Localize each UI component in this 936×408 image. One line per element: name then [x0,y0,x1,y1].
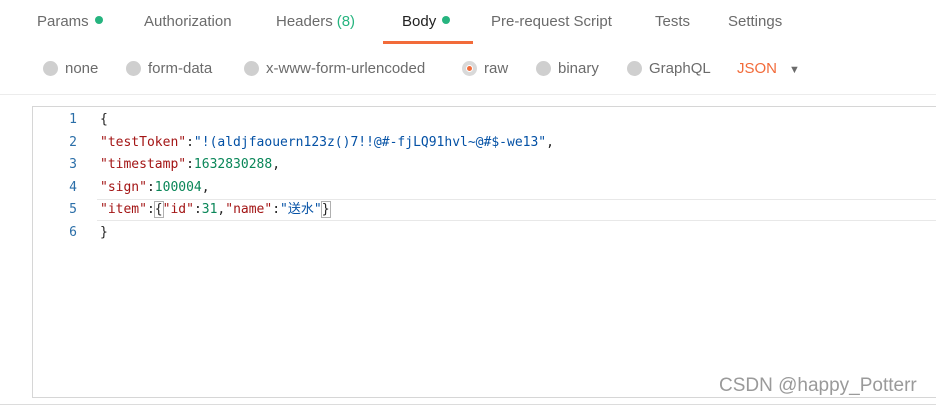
tab-tests-label: Tests [655,13,691,30]
body-type-none-label: none [65,60,99,77]
format-dropdown[interactable]: JSON [737,60,777,77]
json-key: "timestamp" [100,157,187,172]
radio-none[interactable] [43,61,58,76]
body-type-graphql[interactable]: GraphQL [627,60,711,77]
line-number: 4 [69,179,77,195]
matched-bracket: { [153,201,164,218]
code-line-6: } [100,222,108,245]
body-type-form-data-label: form-data [148,60,213,77]
radio-binary[interactable] [536,61,551,76]
code-line-5: "item":{"id":31,"name":"送水"} [100,201,331,218]
json-number: 1632830288 [193,157,273,172]
line-number: 1 [69,112,77,127]
body-type-urlencoded[interactable]: x-www-form-urlencoded [244,60,425,77]
tab-prerequest-label: Pre-request Script [491,13,612,30]
radio-form-data[interactable] [126,61,141,76]
line-number: 6 [69,224,77,240]
body-active-dot [442,16,451,24]
line-number: 2 [69,134,77,150]
line-number: 3 [69,157,77,172]
json-string: "!(aldjfaouern123z()7!!@#-fjLQ91hvl~@#$-… [193,134,547,150]
request-tabs: Params Authorization Headers (8) Body Pre… [0,0,936,46]
active-tab-indicator [383,41,473,44]
params-active-dot [94,16,103,24]
headers-count: (8) [336,13,356,30]
tab-authorization-label: Authorization [144,13,232,30]
tab-headers-label: Headers [276,13,333,30]
code-line-1: { [100,109,108,132]
tab-authorization[interactable]: Authorization [144,13,232,30]
matched-bracket: } [320,201,331,218]
body-type-binary-label: binary [558,60,599,77]
json-key: "item" [100,202,147,217]
json-number: 31 [201,202,218,217]
divider [0,94,936,95]
json-key: "testToken" [100,134,187,150]
watermark: CSDN @happy_Potterr [719,375,917,396]
tab-body[interactable]: Body [402,13,451,30]
body-type-raw[interactable]: raw [462,60,508,77]
chevron-down-icon[interactable]: ▼ [789,60,800,80]
tab-params-label: Params [37,13,89,30]
body-type-none[interactable]: none [43,60,98,77]
body-type-form-data[interactable]: form-data [126,60,212,77]
json-key: "sign" [100,179,147,195]
code-line-4: "sign":100004, [100,179,210,195]
close-brace: } [100,224,108,240]
radio-graphql[interactable] [627,61,642,76]
tab-settings[interactable]: Settings [728,13,782,30]
line-number: 5 [69,202,77,217]
body-type-binary[interactable]: binary [536,60,599,77]
open-brace: { [100,112,108,127]
body-type-urlencoded-label: x-www-form-urlencoded [266,60,426,77]
code-line-3: "timestamp":1632830288, [100,157,281,172]
radio-urlencoded[interactable] [244,61,259,76]
json-key: "id" [162,202,194,217]
json-key: "name" [225,202,273,217]
code-editor[interactable]: 1 2 3 4 5 6 { "testToken":"!(aldjfaouern… [32,106,936,398]
tab-body-label: Body [402,13,437,30]
tab-headers[interactable]: Headers (8) [276,13,355,30]
json-string: "送水" [280,202,322,217]
tab-prerequest-script[interactable]: Pre-request Script [491,13,612,30]
code-line-2: "testToken":"!(aldjfaouern123z()7!!@#-fj… [100,134,554,150]
body-type-graphql-label: GraphQL [649,60,711,77]
tab-tests[interactable]: Tests [655,13,690,30]
bottom-divider [0,404,936,405]
radio-raw-checked[interactable] [462,61,477,76]
body-type-raw-label: raw [484,60,509,77]
tab-settings-label: Settings [728,13,783,30]
tab-params[interactable]: Params [37,13,103,30]
json-number: 100004 [154,179,202,195]
